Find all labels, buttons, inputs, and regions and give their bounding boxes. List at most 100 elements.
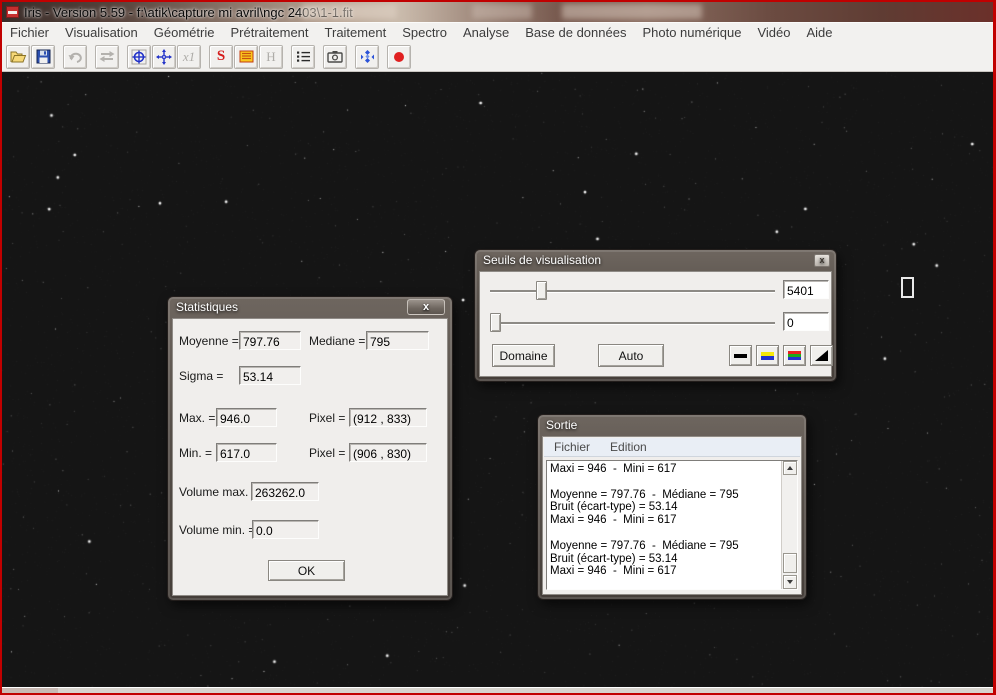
selection-rectangle [901, 277, 914, 298]
rgb-bars-icon [788, 351, 801, 360]
acquisition-button[interactable] [323, 44, 347, 69]
high-threshold-field[interactable] [783, 280, 829, 299]
median-field[interactable] [366, 331, 429, 350]
menu-photo-numerique[interactable]: Photo numérique [634, 23, 749, 42]
output-menu-fichier[interactable]: Fichier [544, 440, 600, 454]
close-icon[interactable]: x [814, 254, 830, 267]
low-threshold-slider-track[interactable] [490, 322, 775, 324]
list-button[interactable] [291, 44, 315, 69]
background-window-ghost [562, 4, 702, 19]
target-circle-icon [131, 49, 147, 64]
output-window-title: Sortie [546, 418, 578, 432]
blue-cluster-icon [360, 50, 374, 63]
min-field[interactable] [216, 443, 277, 462]
output-window-titlebar[interactable]: Sortie [538, 415, 806, 436]
horizontal-scrollbar[interactable] [2, 687, 993, 693]
menu-analyse[interactable]: Analyse [455, 23, 517, 42]
background-window-ghost [472, 4, 532, 19]
scroll-up-icon[interactable] [783, 461, 797, 475]
background-window-ghost [302, 4, 397, 19]
menu-visualisation[interactable]: Visualisation [57, 23, 146, 42]
undo-arrow-icon [68, 52, 82, 63]
histogram-h-icon: H [266, 48, 276, 64]
zoom-x1-button[interactable]: x1 [177, 44, 201, 69]
statistics-dialog-titlebar[interactable]: Statistiques x [168, 297, 452, 318]
menu-spectro[interactable]: Spectro [394, 23, 455, 42]
max-pixel-field[interactable] [349, 408, 427, 427]
high-threshold-slider-track[interactable] [490, 290, 775, 292]
stretch-button[interactable]: S [209, 44, 233, 69]
output-menubar: Fichier Edition [544, 438, 800, 457]
max-pixel-label: Pixel = [309, 411, 346, 425]
close-icon[interactable]: x [407, 299, 445, 315]
log-line: Maxi = 946 - Mini = 617 [550, 463, 677, 475]
numbered-list-icon [296, 51, 310, 62]
volume-max-field[interactable] [251, 482, 319, 501]
statistics-dialog-body: Moyenne = Mediane = Sigma = Max. = Pixel… [172, 318, 448, 596]
menu-fichier[interactable]: Fichier [2, 23, 57, 42]
log-line: Moyenne = 797.76 - Médiane = 795 [550, 488, 739, 501]
save-file-button[interactable] [31, 44, 55, 69]
output-window-body: Fichier Edition Maxi = 946 - Mini = 617 … [542, 436, 802, 595]
red-s-rotate-icon: S [216, 48, 226, 64]
output-log-area[interactable]: Maxi = 946 - Mini = 617 Moyenne = 797.76… [546, 460, 798, 590]
low-threshold-field[interactable] [783, 312, 829, 331]
iris-application-window: Iris - Version 5.59 - f:\atik\capture mi… [0, 0, 996, 695]
save-floppy-icon [36, 49, 50, 64]
thresholds-dialog-titlebar[interactable]: Seuils de visualisation x [475, 250, 836, 271]
yellow-blue-icon [761, 351, 774, 360]
volume-min-label: Volume min. = [179, 523, 256, 537]
window-titlebar[interactable]: Iris - Version 5.59 - f:\atik\capture mi… [2, 2, 993, 22]
median-label: Mediane = [309, 334, 366, 348]
log-line: Moyenne = 797.76 - Médiane = 795 [550, 539, 739, 552]
scroll-down-icon[interactable] [783, 575, 797, 589]
console-icon [239, 50, 253, 63]
min-pixel-field[interactable] [349, 443, 427, 462]
domain-button[interactable]: Domaine [492, 344, 555, 367]
menu-geometrie[interactable]: Géométrie [146, 23, 223, 42]
swap-arrows-icon [99, 51, 115, 62]
shift-image-button[interactable] [95, 44, 119, 69]
open-folder-icon [10, 51, 26, 62]
undo-button[interactable] [63, 44, 87, 69]
menu-traitement[interactable]: Traitement [317, 23, 395, 42]
ok-button[interactable]: OK [268, 560, 345, 581]
max-label: Max. = [179, 411, 216, 425]
rgb-display-button[interactable] [783, 345, 806, 366]
menu-pretraitement[interactable]: Prétraitement [222, 23, 316, 42]
auto-button[interactable]: Auto [598, 344, 664, 367]
menu-base-de-donnees[interactable]: Base de données [517, 23, 634, 42]
gradient-display-button[interactable] [810, 345, 833, 366]
min-label: Min. = [179, 446, 213, 460]
volume-min-field[interactable] [252, 520, 319, 539]
mean-field[interactable] [239, 331, 301, 350]
histogram-button[interactable]: H [259, 44, 283, 69]
center-view-button[interactable] [127, 44, 151, 69]
two-color-display-button[interactable] [756, 345, 779, 366]
x1-zoom-icon: x1 [182, 48, 196, 64]
main-menubar: Fichier Visualisation Géométrie Prétrait… [2, 22, 993, 42]
pan-view-button[interactable] [152, 44, 176, 69]
pan-cross-icon [156, 48, 172, 65]
output-menu-edition[interactable]: Edition [600, 440, 657, 454]
record-button[interactable] [387, 44, 411, 69]
command-console-button[interactable] [234, 44, 258, 69]
star-detect-button[interactable] [355, 44, 379, 69]
output-vertical-scrollbar[interactable] [781, 461, 797, 589]
mono-display-button[interactable] [729, 345, 752, 366]
scrollbar-thumb[interactable] [783, 553, 797, 573]
log-line: Maxi = 946 - Mini = 617 [550, 565, 677, 578]
max-field[interactable] [216, 408, 277, 427]
output-log-lines: Maxi = 946 - Mini = 617 Moyenne = 797.76… [550, 463, 779, 578]
sigma-field[interactable] [239, 366, 301, 385]
ramp-triangle-icon [815, 350, 828, 361]
horizontal-scrollbar-thumb[interactable] [2, 688, 58, 693]
thresholds-dialog-title: Seuils de visualisation [483, 253, 602, 267]
menu-video[interactable]: Vidéo [749, 23, 798, 42]
iris-app-icon [6, 6, 19, 18]
low-threshold-slider-thumb[interactable] [490, 313, 501, 332]
open-file-button[interactable] [6, 44, 30, 69]
menu-aide[interactable]: Aide [798, 23, 840, 42]
high-threshold-slider-thumb[interactable] [536, 281, 547, 300]
